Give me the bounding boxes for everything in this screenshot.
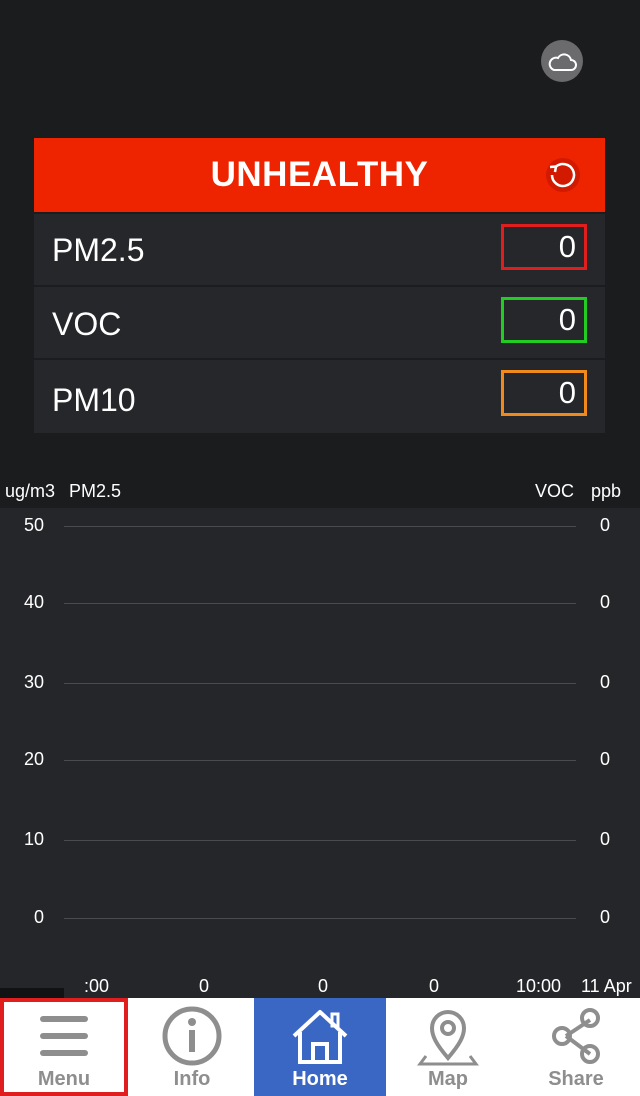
nav-share[interactable]: Share bbox=[512, 998, 640, 1096]
nav-label: Menu bbox=[37, 1068, 91, 1090]
y-right-tick-label: 0 bbox=[599, 907, 610, 927]
reading-value-box: 0 bbox=[501, 224, 587, 270]
left-series-label: PM2.5 bbox=[69, 481, 122, 501]
reading-label: VOC bbox=[52, 306, 122, 342]
left-axis-unit: ug/m3 bbox=[5, 481, 56, 501]
cloud-icon bbox=[548, 53, 577, 71]
reading-row-pm10: PM10 0 bbox=[34, 360, 605, 433]
home-icon bbox=[292, 1010, 348, 1064]
nav-info[interactable]: Info bbox=[128, 998, 256, 1096]
reading-value: 0 bbox=[558, 229, 576, 264]
reading-value-box: 0 bbox=[501, 297, 587, 343]
y-left-tick-label: 40 bbox=[23, 592, 44, 612]
right-series-label: VOC bbox=[535, 481, 575, 501]
y-right-tick-label: 0 bbox=[599, 592, 610, 612]
reading-value: 0 bbox=[558, 375, 576, 410]
nav-menu[interactable]: Menu bbox=[0, 998, 128, 1096]
reading-value-box: 0 bbox=[501, 370, 587, 416]
nav-label: Share bbox=[548, 1068, 604, 1090]
y-right-tick-label: 0 bbox=[599, 749, 610, 769]
nav-label: Map bbox=[428, 1068, 468, 1090]
bottom-nav: Menu Info Home Map Share bbox=[0, 998, 640, 1096]
reading-row-voc: VOC 0 bbox=[34, 287, 605, 358]
chart-gridline bbox=[64, 526, 576, 527]
nav-label: Home bbox=[292, 1068, 348, 1090]
chart-gridline bbox=[64, 603, 576, 604]
y-left-tick-label: 20 bbox=[23, 749, 44, 769]
map-pin-icon bbox=[417, 1010, 479, 1066]
y-left-tick-label: 0 bbox=[33, 907, 44, 927]
share-icon bbox=[552, 1008, 600, 1064]
nav-map[interactable]: Map bbox=[384, 998, 512, 1096]
x-tick-label: 0 bbox=[429, 976, 440, 996]
refresh-button[interactable] bbox=[543, 155, 583, 195]
chart-gridline bbox=[64, 760, 576, 761]
right-axis-unit: ppb bbox=[591, 481, 622, 501]
nav-home[interactable]: Home bbox=[254, 998, 386, 1096]
y-right-tick-label: 0 bbox=[599, 829, 610, 849]
x-tick-label: 0 bbox=[318, 976, 329, 996]
menu-icon bbox=[40, 1016, 88, 1056]
cloud-sync-button[interactable] bbox=[541, 40, 583, 82]
y-left-tick-label: 30 bbox=[23, 672, 44, 692]
chart-corner bbox=[0, 988, 64, 998]
chart-gridline bbox=[64, 918, 576, 919]
reading-row-pm25: PM2.5 0 bbox=[34, 214, 605, 285]
y-right-tick-label: 0 bbox=[599, 515, 610, 535]
y-right-tick-label: 0 bbox=[599, 672, 610, 692]
refresh-icon bbox=[546, 158, 580, 192]
reading-value: 0 bbox=[558, 302, 576, 337]
x-tick-label: 11 Apr bbox=[581, 976, 632, 996]
chart-gridline bbox=[64, 683, 576, 684]
nav-label: Info bbox=[173, 1068, 211, 1090]
y-left-tick-label: 50 bbox=[23, 515, 44, 535]
x-tick-label: 10:00 bbox=[516, 976, 562, 996]
air-quality-status-bar: UNHEALTHY bbox=[34, 138, 605, 212]
x-tick-label: :00 bbox=[84, 976, 110, 996]
air-quality-status: UNHEALTHY bbox=[210, 155, 429, 194]
chart-area[interactable] bbox=[0, 508, 640, 998]
chart-gridline bbox=[64, 840, 576, 841]
info-icon bbox=[162, 1006, 222, 1066]
x-tick-label: 0 bbox=[199, 976, 210, 996]
reading-label: PM10 bbox=[52, 382, 136, 418]
y-left-tick-label: 10 bbox=[23, 829, 44, 849]
reading-label: PM2.5 bbox=[52, 232, 145, 268]
